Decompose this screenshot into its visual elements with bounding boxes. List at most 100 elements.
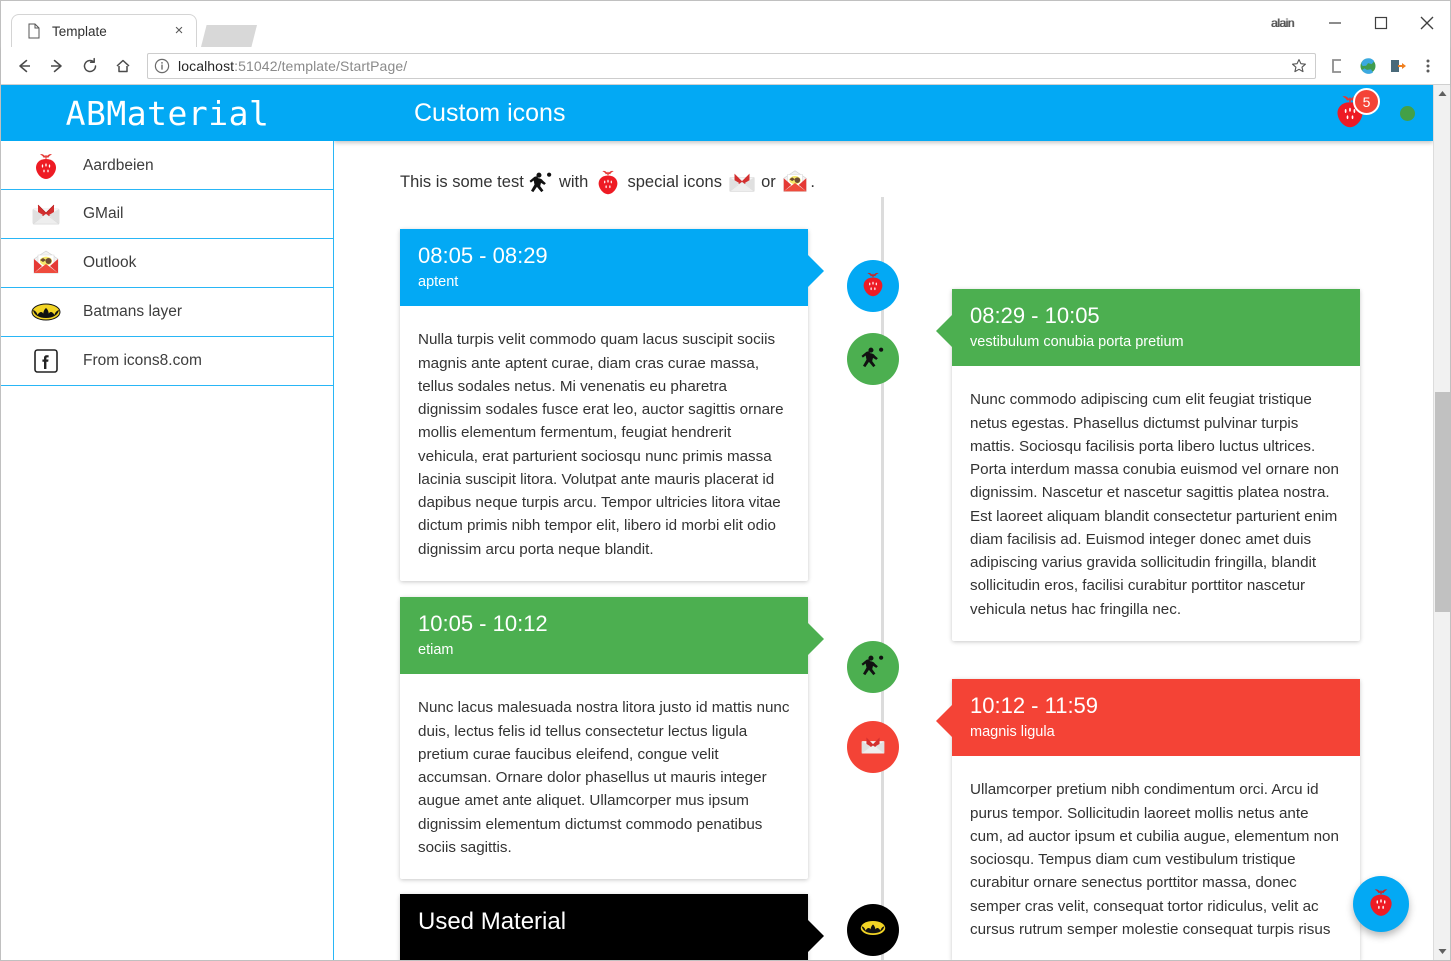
- timeline-card[interactable]: 10:12 - 11:59 magnis ligula Ullamcorper …: [936, 679, 1360, 960]
- timeline-dot-2[interactable]: [847, 333, 899, 385]
- timeline: 08:05 - 08:29 aptent Nulla turpis velit …: [334, 197, 1433, 960]
- intro-text-5: .: [810, 172, 815, 191]
- sidebar-menu: Aardbeien GMail Outlook Batmans layer Fr…: [1, 141, 334, 386]
- reading-list-icon[interactable]: [1324, 52, 1352, 80]
- browser-tab[interactable]: Template ×: [11, 14, 197, 47]
- maximize-button[interactable]: [1358, 8, 1404, 38]
- sidebar-item-outlook[interactable]: Outlook: [1, 239, 334, 288]
- intro-text-4: or: [756, 172, 781, 191]
- sidebar-empty-area: [1, 386, 334, 960]
- intro-paragraph: This is some test with special icons or …: [334, 141, 1433, 197]
- exit-icon[interactable]: [1384, 52, 1412, 80]
- url-path: :51042/template/StartPage/: [234, 57, 408, 74]
- scrollbar-thumb[interactable]: [1434, 392, 1450, 612]
- info-icon[interactable]: [154, 58, 170, 74]
- gmail-icon: [727, 167, 757, 197]
- green-status-dot: [1400, 105, 1415, 121]
- address-bar[interactable]: localhost:51042/template/StartPage/: [147, 52, 1316, 79]
- intro-text-3: special icons: [622, 172, 727, 191]
- sidebar-item-label: Batmans layer: [83, 303, 183, 320]
- sidebar-item-from-icons8[interactable]: From icons8.com: [1, 337, 334, 386]
- minimize-button[interactable]: [1312, 8, 1358, 38]
- timeline-dot-3[interactable]: [847, 641, 899, 693]
- tab-close-icon[interactable]: ×: [170, 22, 188, 40]
- timeline-card-header: 08:29 - 10:05 vestibulum conubia porta p…: [936, 289, 1360, 367]
- url-text: localhost:51042/template/StartPage/: [178, 58, 1289, 74]
- sidebar: ABMaterial Aardbeien GMail Outlook Batma…: [1, 85, 334, 960]
- home-icon[interactable]: [108, 51, 138, 81]
- timeline-card-time: 08:05 - 08:29: [418, 243, 548, 268]
- sidebar-item-gmail[interactable]: GMail: [1, 190, 334, 239]
- main-column: Custom icons 5 This is some test with sp…: [334, 85, 1433, 960]
- outlook-icon: [29, 246, 63, 280]
- badge-count: 5: [1353, 88, 1380, 115]
- facebook-icon: [29, 344, 63, 378]
- timeline-card-body: Nunc commodo adipiscing cum elit feugiat…: [970, 391, 1339, 618]
- page-viewport: ABMaterial Aardbeien GMail Outlook Batma…: [1, 85, 1450, 960]
- strawberry-icon: [1364, 885, 1398, 924]
- strawberry-icon: [1330, 96, 1370, 135]
- app-bar: Custom icons 5: [334, 85, 1433, 141]
- floating-action-button[interactable]: [1353, 876, 1409, 932]
- timeline-dot-1[interactable]: [847, 260, 899, 312]
- running-man-icon: [860, 344, 886, 375]
- timeline-card-subtitle: vestibulum conubia porta pretium: [970, 334, 1184, 351]
- timeline-dot-4[interactable]: [847, 721, 899, 773]
- scrollbar-track[interactable]: [1434, 102, 1451, 943]
- notification-badge-button[interactable]: 5: [1330, 88, 1380, 135]
- timeline-card-time: 10:12 - 11:59: [970, 693, 1099, 718]
- close-button[interactable]: [1404, 8, 1450, 38]
- running-man-icon: [860, 652, 886, 683]
- bookmark-star-icon[interactable]: [1289, 56, 1309, 76]
- timeline-card-header: 10:12 - 11:59 magnis ligula: [936, 679, 1360, 757]
- forward-icon[interactable]: [42, 51, 72, 81]
- timeline-card-body: Ullamcorper pretium nibh condimentum orc…: [970, 781, 1339, 938]
- sidebar-item-aardbeien[interactable]: Aardbeien: [1, 141, 334, 190]
- timeline-card-header: 08:05 - 08:29 aptent: [400, 229, 824, 307]
- window-controls: alain: [1271, 1, 1450, 45]
- outlook-icon: [780, 167, 810, 197]
- timeline-card-header: Used Material: [400, 894, 824, 960]
- globe-icon[interactable]: [1354, 52, 1382, 80]
- menu-icon[interactable]: [1414, 52, 1442, 80]
- browser-titlebar: Template × alain: [1, 1, 1450, 47]
- timeline-axis: [881, 197, 884, 960]
- sidebar-brand: ABMaterial: [1, 85, 334, 141]
- timeline-card[interactable]: 08:29 - 10:05 vestibulum conubia porta p…: [936, 289, 1360, 641]
- window-user-label: alain: [1271, 16, 1294, 30]
- back-icon[interactable]: [9, 51, 39, 81]
- timeline-card-header: 10:05 - 10:12 etiam: [400, 597, 824, 675]
- timeline-dot-5[interactable]: [847, 904, 899, 956]
- scroll-up-icon[interactable]: [1434, 85, 1451, 102]
- reload-icon[interactable]: [75, 51, 105, 81]
- running-man-icon: [528, 169, 554, 195]
- page-scrollbar[interactable]: [1433, 85, 1450, 960]
- brand-title: ABMaterial: [65, 93, 270, 133]
- strawberry-icon: [858, 269, 888, 304]
- browser-toolbar: localhost:51042/template/StartPage/: [1, 47, 1450, 85]
- browser-window: Template × alain localhost:51042/templat…: [0, 0, 1451, 961]
- batman-icon: [29, 295, 63, 329]
- timeline-card-time: 08:29 - 10:05: [970, 303, 1100, 328]
- new-tab-button[interactable]: [201, 25, 257, 47]
- timeline-card[interactable]: 10:05 - 10:12 etiam Nunc lacus malesuada…: [400, 597, 824, 880]
- page-title: Custom icons: [414, 98, 566, 127]
- sidebar-item-batmans-layer[interactable]: Batmans layer: [1, 288, 334, 337]
- timeline-card-subtitle: aptent: [418, 274, 459, 291]
- intro-text-1: This is some test: [400, 172, 529, 191]
- page-icon: [26, 23, 42, 39]
- timeline-card-body: Nulla turpis velit commodo quam lacus su…: [418, 331, 784, 558]
- gmail-icon: [29, 197, 63, 231]
- timeline-card[interactable]: 08:05 - 08:29 aptent Nulla turpis velit …: [400, 229, 824, 581]
- sidebar-item-label: Aardbeien: [83, 156, 154, 174]
- intro-text-2: with: [554, 172, 593, 191]
- timeline-card-body: Nunc lacus malesuada nostra litora justo…: [418, 699, 790, 856]
- timeline-card[interactable]: Used Material: [400, 894, 824, 960]
- web-page: ABMaterial Aardbeien GMail Outlook Batma…: [1, 85, 1433, 960]
- sidebar-item-label: Outlook: [83, 254, 137, 271]
- app-bar-actions: 5: [1330, 88, 1415, 135]
- scroll-down-icon[interactable]: [1434, 943, 1451, 960]
- page-content: This is some test with special icons or …: [334, 141, 1433, 960]
- strawberry-icon: [29, 149, 63, 183]
- sidebar-item-label: GMail: [83, 205, 124, 222]
